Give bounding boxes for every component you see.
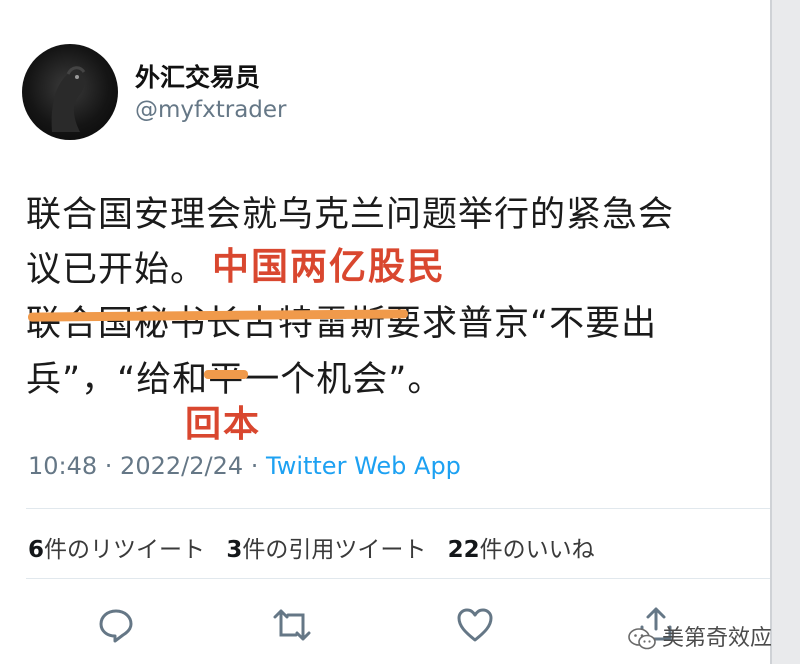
- tweet-source-app[interactable]: Twitter Web App: [266, 452, 461, 480]
- likes-label: 件のいいね: [479, 537, 595, 563]
- avatar[interactable]: [22, 44, 118, 140]
- watermark: 美第奇效应: [628, 620, 772, 652]
- retweets-label: 件のリツイート: [44, 537, 206, 563]
- retweets-count: 6: [28, 537, 45, 563]
- like-button[interactable]: [455, 605, 495, 645]
- tweet-text-line-2: 议已开始。: [26, 250, 207, 290]
- tweet-time[interactable]: 10:48 · 2022/2/24 ·: [28, 452, 266, 480]
- overlay-text-1: 中国两亿股民: [212, 245, 446, 288]
- strikethrough-mark-small: [204, 370, 248, 379]
- engagement-stats: 6件のリツイート 3件の引用ツイート 22件のいいね: [28, 530, 595, 564]
- watermark-text: 美第奇效应: [662, 626, 773, 651]
- like-icon: [457, 608, 493, 642]
- wechat-icon: [628, 627, 656, 651]
- retweets-stat[interactable]: 6件のリツイート: [28, 537, 205, 563]
- user-handle[interactable]: @myfxtrader: [135, 97, 287, 123]
- divider: [26, 578, 770, 579]
- overlay-text-2: 回本: [185, 404, 262, 445]
- likes-stat[interactable]: 22件のいいね: [448, 537, 595, 563]
- tweet-text-line-1: 联合国安理会就乌克兰问题举行的紧急会: [26, 195, 675, 235]
- tweet-meta: 10:48 · 2022/2/24 · Twitter Web App: [28, 452, 461, 480]
- divider: [26, 508, 770, 509]
- display-name[interactable]: 外汇交易员: [135, 58, 260, 94]
- retweet-icon: [273, 609, 311, 641]
- reply-button[interactable]: [96, 605, 136, 645]
- quotes-stat[interactable]: 3件の引用ツイート: [226, 537, 426, 563]
- screen-edge: [772, 0, 800, 664]
- quotes-label: 件の引用ツイート: [242, 537, 427, 563]
- quotes-count: 3: [226, 537, 243, 563]
- reply-icon: [99, 609, 133, 643]
- retweet-button[interactable]: [272, 605, 312, 645]
- likes-count: 22: [447, 537, 480, 563]
